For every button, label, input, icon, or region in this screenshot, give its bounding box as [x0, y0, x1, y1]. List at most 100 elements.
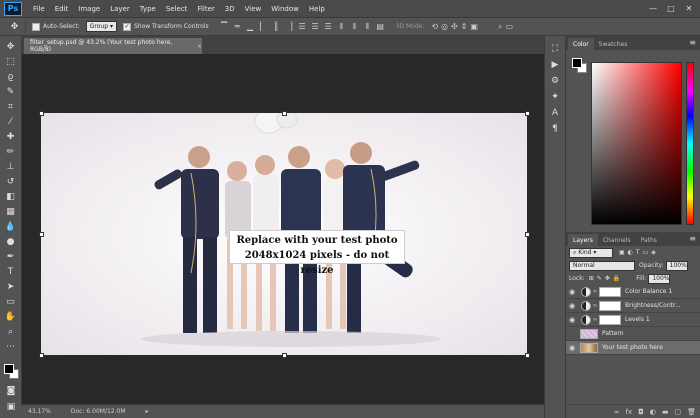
- visibility-eye-icon[interactable]: ◉: [566, 316, 578, 324]
- blend-mode-dropdown[interactable]: Normal: [569, 260, 635, 271]
- actions-icon[interactable]: ▶: [547, 58, 563, 72]
- distribute-top-icon[interactable]: ☰: [297, 21, 308, 32]
- tab-swatches[interactable]: Swatches: [594, 38, 633, 50]
- layer-mask-thumbnail[interactable]: [599, 286, 621, 297]
- align-vcenter-icon[interactable]: ═: [232, 21, 243, 32]
- adjust-icon[interactable]: ⚙: [547, 74, 563, 88]
- auto-select-dropdown[interactable]: Group ▾: [85, 21, 117, 32]
- lock-pixels-icon[interactable]: ⊞: [589, 275, 594, 282]
- path-select-tool-icon[interactable]: ➤: [2, 280, 20, 294]
- kind-filter-dropdown[interactable]: ⌕ Kind ▾: [569, 247, 613, 258]
- zoom-tool-icon[interactable]: ⌕: [2, 325, 20, 339]
- history-icon[interactable]: ⛶: [547, 42, 563, 56]
- lock-paint-icon[interactable]: ✎: [597, 275, 602, 282]
- layer-name[interactable]: Pattern: [602, 330, 624, 337]
- canvas-workspace[interactable]: Replace with your test photo 2048x1024 p…: [22, 54, 544, 404]
- distribute-right-icon[interactable]: ⫴: [362, 21, 373, 32]
- transform-handle-ml[interactable]: [39, 232, 44, 237]
- rectangle-tool-icon[interactable]: ▭: [2, 295, 20, 309]
- menu-3d[interactable]: 3D: [220, 5, 240, 13]
- add-mask-icon[interactable]: ◘: [638, 408, 644, 416]
- delete-layer-icon[interactable]: 🗑: [687, 408, 696, 416]
- hue-slider[interactable]: [686, 62, 694, 225]
- chain-link-icon[interactable]: ∞: [591, 288, 599, 295]
- menu-select[interactable]: Select: [161, 5, 193, 13]
- pen-tool-icon[interactable]: ✒: [2, 250, 20, 264]
- 3d-roll-icon[interactable]: ◎: [441, 22, 448, 31]
- move-tool-preset-icon[interactable]: ✥: [4, 19, 26, 34]
- layer-name[interactable]: Brightness/Contr...: [625, 302, 681, 309]
- panel-foreground-swatch[interactable]: [572, 58, 582, 68]
- move-tool-icon[interactable]: ✥: [2, 40, 20, 54]
- brush-tool-icon[interactable]: ✏: [2, 145, 20, 159]
- opacity-field[interactable]: 100%: [665, 260, 688, 271]
- align-top-icon[interactable]: ▔: [219, 21, 230, 32]
- marquee-tool-icon[interactable]: ⬚: [2, 55, 20, 69]
- history-brush-tool-icon[interactable]: ↺: [2, 175, 20, 189]
- distribute-left-icon[interactable]: ⫴: [336, 21, 347, 32]
- lock-all-icon[interactable]: 🔒: [613, 275, 620, 282]
- healing-tool-icon[interactable]: ✚: [2, 130, 20, 144]
- eyedropper-tool-icon[interactable]: ⁄: [2, 115, 20, 129]
- minimize-button[interactable]: —: [646, 2, 660, 14]
- layer-row[interactable]: Pattern: [566, 327, 700, 341]
- transform-handle-bl[interactable]: [39, 353, 44, 358]
- chain-link-icon[interactable]: ∞: [591, 302, 599, 309]
- tab-paths[interactable]: Paths: [636, 234, 662, 246]
- menu-layer[interactable]: Layer: [105, 5, 135, 13]
- distribute-hcenter-icon[interactable]: ⫴: [349, 21, 360, 32]
- fill-field[interactable]: 100%: [648, 273, 671, 284]
- align-right-icon[interactable]: ▕: [284, 21, 295, 32]
- dodge-tool-icon[interactable]: ●: [2, 235, 20, 249]
- menu-help[interactable]: Help: [304, 5, 330, 13]
- menu-type[interactable]: Type: [135, 5, 161, 13]
- distribute-bottom-icon[interactable]: ☰: [323, 21, 334, 32]
- visibility-eye-icon[interactable]: ◉: [566, 344, 578, 352]
- transform-handle-br[interactable]: [525, 353, 530, 358]
- quick-mask-icon[interactable]: ◙: [2, 384, 20, 398]
- new-layer-icon[interactable]: ▢: [674, 408, 681, 416]
- clone-stamp-tool-icon[interactable]: ⊥: [2, 160, 20, 174]
- layer-row[interactable]: ◉ ∞ Color Balance 1: [566, 285, 700, 299]
- workspace-icon[interactable]: ▭: [505, 22, 513, 31]
- menu-file[interactable]: File: [28, 5, 50, 13]
- 3d-rotate-icon[interactable]: ⟲: [431, 22, 438, 31]
- search-icon[interactable]: ⌕: [498, 22, 502, 32]
- lock-move-icon[interactable]: ✥: [605, 275, 610, 282]
- tab-color[interactable]: Color: [568, 38, 594, 50]
- layer-name[interactable]: Levels 1: [625, 316, 650, 323]
- 3d-slide-icon[interactable]: ⇕: [461, 22, 468, 31]
- tab-channels[interactable]: Channels: [598, 234, 636, 246]
- transform-handle-bc[interactable]: [282, 353, 287, 358]
- menu-filter[interactable]: Filter: [192, 5, 219, 13]
- transform-handle-tc[interactable]: [282, 111, 287, 116]
- new-group-icon[interactable]: ▬: [662, 408, 669, 416]
- layers-menu-icon[interactable]: ≡: [689, 234, 696, 243]
- gradient-tool-icon[interactable]: ▦: [2, 205, 20, 219]
- eraser-tool-icon[interactable]: ◧: [2, 190, 20, 204]
- type-tool-icon[interactable]: T: [2, 265, 20, 279]
- layer-row[interactable]: ◉ ∞ Brightness/Contr...: [566, 299, 700, 313]
- layer-name[interactable]: Color Balance 1: [625, 288, 672, 295]
- visibility-eye-icon[interactable]: ◉: [566, 288, 578, 296]
- transform-handle-tl[interactable]: [39, 111, 44, 116]
- screen-mode-icon[interactable]: ▣: [2, 400, 20, 414]
- paragraph-icon[interactable]: ¶: [547, 122, 563, 136]
- visibility-eye-icon[interactable]: ◉: [566, 302, 578, 310]
- panel-menu-icon[interactable]: ≡: [689, 38, 696, 47]
- foreground-color-swatch[interactable]: [4, 364, 14, 374]
- layer-row-selected[interactable]: ◉ Your test photo here: [566, 341, 700, 355]
- layer-style-icon[interactable]: fx: [626, 408, 633, 416]
- layer-name[interactable]: Your test photo here: [602, 344, 663, 351]
- layer-mask-thumbnail[interactable]: [599, 300, 621, 311]
- close-tab-icon[interactable]: ×: [197, 43, 202, 50]
- filter-type-icon[interactable]: T: [636, 249, 640, 256]
- new-adjustment-icon[interactable]: ◐: [650, 408, 656, 416]
- transform-handle-tr[interactable]: [525, 111, 530, 116]
- zoom-level[interactable]: 43.17%: [28, 408, 51, 415]
- paths-icon[interactable]: ✦: [547, 90, 563, 104]
- lasso-tool-icon[interactable]: ϱ: [2, 70, 20, 84]
- close-window-button[interactable]: ✕: [682, 2, 696, 14]
- menu-window[interactable]: Window: [266, 5, 304, 13]
- show-transform-checkbox[interactable]: ✓: [122, 22, 131, 31]
